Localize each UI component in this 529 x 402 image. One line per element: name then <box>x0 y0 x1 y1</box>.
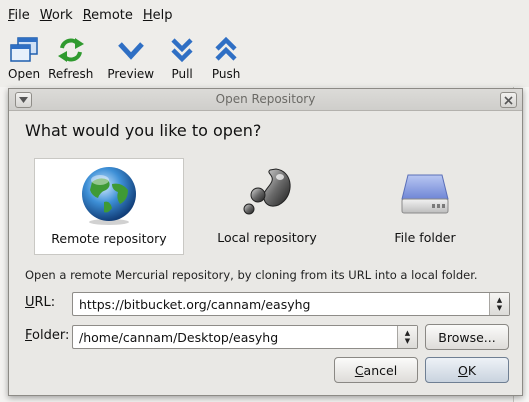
menu-remote-label: emote <box>91 8 133 23</box>
arrow-up-icon: ▲ <box>404 329 411 337</box>
close-button[interactable] <box>500 92 517 108</box>
pull-button[interactable]: Pull <box>162 31 202 85</box>
dialog-titlebar[interactable]: Open Repository <box>9 89 522 111</box>
toolbar: Open Refresh Preview Pull Push <box>0 31 529 87</box>
cancel-mnemonic: C <box>354 362 364 378</box>
choice-folder-label: File folder <box>394 230 456 245</box>
choice-remote-repository[interactable]: Remote repository <box>34 158 184 255</box>
dialog-question: What would you like to open? <box>25 121 262 140</box>
choice-remote-label: Remote repository <box>51 231 167 246</box>
push-button[interactable]: Push <box>206 31 246 85</box>
folder-combobox[interactable]: /home/cannam/Desktop/easyhg ▲ ▼ <box>72 325 418 349</box>
preview-chevron-icon <box>115 35 147 65</box>
menu-file-label: ile <box>14 8 30 23</box>
menu-help[interactable]: Help <box>138 8 178 23</box>
drive-icon <box>401 174 449 214</box>
arrow-down-icon: ▼ <box>404 337 411 345</box>
open-windows-icon <box>8 35 40 65</box>
repository-type-choices: Remote repository Local repository File … <box>34 158 514 255</box>
folder-value: /home/cannam/Desktop/easyhg <box>79 329 279 345</box>
mercurial-drop-icon <box>243 168 291 215</box>
pull-button-label: Pull <box>171 67 193 81</box>
preview-button[interactable]: Preview <box>103 31 158 85</box>
menubar: File Work Remote Help <box>0 0 529 31</box>
url-dropdown-arrows[interactable]: ▲ ▼ <box>489 293 509 315</box>
push-button-label: Push <box>211 67 241 81</box>
menu-remote-mnemonic: R <box>82 8 92 23</box>
folder-label-mnemonic: F <box>25 328 33 343</box>
cancel-button[interactable]: Cancel <box>334 357 418 383</box>
refresh-arrows-icon <box>55 35 87 65</box>
url-label-text: RL: <box>34 295 56 310</box>
choice-description: Open a remote Mercurial repository, by c… <box>25 268 478 282</box>
menu-work-mnemonic: W <box>39 8 52 23</box>
browse-button-label: Browse... <box>438 329 496 345</box>
menu-file[interactable]: File <box>3 8 35 23</box>
menu-help-label: elp <box>152 8 173 23</box>
url-label: URL: <box>25 295 55 310</box>
open-button[interactable]: Open <box>4 31 44 85</box>
menu-work[interactable]: Work <box>35 8 78 23</box>
dialog-title: Open Repository <box>215 92 316 106</box>
open-button-label: Open <box>8 67 41 81</box>
menu-remote[interactable]: Remote <box>78 8 138 23</box>
folder-dropdown-arrows[interactable]: ▲ ▼ <box>397 326 417 348</box>
choice-local-label: Local repository <box>217 230 317 245</box>
arrow-down-icon: ▼ <box>496 304 503 312</box>
refresh-button-label: Refresh <box>48 67 94 81</box>
push-double-chevron-icon <box>210 35 242 65</box>
menu-help-mnemonic: H <box>142 8 153 23</box>
globe-icon <box>82 167 136 225</box>
url-combobox[interactable]: https://bitbucket.org/cannam/easyhg ▲ ▼ <box>72 292 510 316</box>
choice-local-repository[interactable]: Local repository <box>192 158 342 255</box>
cancel-label: ancel <box>363 362 398 378</box>
browse-button[interactable]: Browse... <box>425 324 509 350</box>
folder-label: Folder: <box>25 328 69 343</box>
pull-double-chevron-icon <box>166 35 198 65</box>
ok-mnemonic: O <box>457 362 468 378</box>
arrow-up-icon: ▲ <box>496 296 503 304</box>
choice-file-folder[interactable]: File folder <box>350 158 500 255</box>
ok-label: K <box>467 362 477 378</box>
open-repository-dialog: Open Repository What would you like to o… <box>8 88 523 396</box>
url-label-mnemonic: U <box>25 295 35 310</box>
ok-button[interactable]: OK <box>425 357 509 383</box>
menu-work-label: ork <box>51 8 73 23</box>
close-icon <box>504 95 513 105</box>
preview-button-label: Preview <box>107 67 155 81</box>
folder-label-text: older: <box>32 328 70 343</box>
url-value: https://bitbucket.org/cannam/easyhg <box>79 296 311 312</box>
refresh-button[interactable]: Refresh <box>44 31 97 85</box>
